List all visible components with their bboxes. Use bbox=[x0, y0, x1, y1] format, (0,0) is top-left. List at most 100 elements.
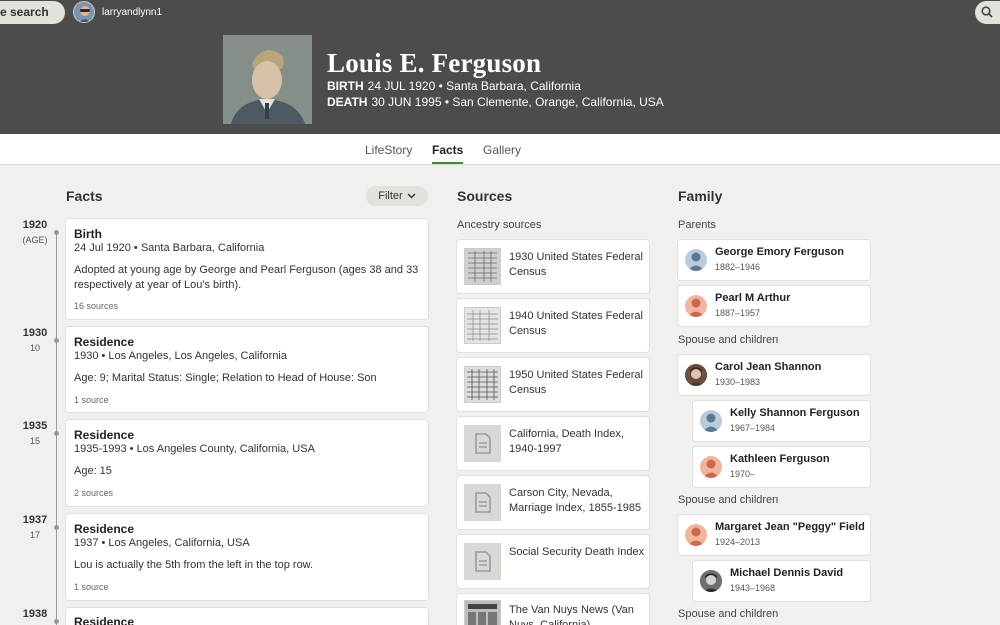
tab-facts[interactable]: Facts bbox=[432, 143, 464, 164]
source-title: 1940 United States Federal Census bbox=[509, 310, 643, 337]
source-item[interactable]: California, Death Index, 1940-1997 bbox=[457, 417, 649, 470]
family-member-card[interactable]: Kathleen Ferguson 1970– bbox=[693, 447, 870, 487]
family-member-card[interactable]: Michael Dennis David 1943–1968 bbox=[693, 561, 870, 601]
tab-gallery[interactable]: Gallery bbox=[483, 143, 521, 157]
parents-label: Parents bbox=[678, 219, 716, 231]
fact-note: Lou is actually the 5th from the left in… bbox=[74, 559, 314, 571]
timeline-year: 1935 bbox=[22, 420, 48, 432]
timeline-dot bbox=[54, 431, 59, 436]
fact-note: Adopted at young age by George and Pearl… bbox=[74, 264, 419, 291]
person-photo-icon bbox=[700, 570, 722, 592]
family-member-card[interactable]: Carol Jean Shannon 1930–1983 bbox=[678, 355, 870, 395]
fact-title: Residence bbox=[74, 522, 135, 536]
family-member-name: George Emory Ferguson bbox=[715, 246, 844, 258]
timeline-age: 17 bbox=[29, 530, 40, 540]
timeline-dot bbox=[54, 525, 59, 530]
facts-heading: Facts bbox=[66, 188, 103, 204]
timeline-age: 15 bbox=[29, 436, 40, 446]
timeline-line bbox=[56, 230, 57, 625]
spouse-and-children-label: Spouse and children bbox=[678, 608, 779, 620]
search-button-label: e search bbox=[0, 5, 49, 19]
fact-sources[interactable]: 1 source bbox=[74, 395, 109, 405]
fact-card-residence[interactable]: Residence 1935-1993 • Los Angeles County… bbox=[66, 420, 428, 506]
spouse-and-children-label: Spouse and children bbox=[678, 494, 779, 506]
fact-title: Residence bbox=[74, 335, 135, 349]
search-button[interactable]: e search bbox=[0, 1, 65, 24]
timeline-dot bbox=[54, 230, 59, 235]
source-title: 1930 United States Federal Census bbox=[509, 251, 643, 278]
family-member-dates: 1967–1984 bbox=[730, 423, 776, 433]
family-member-dates: 1943–1968 bbox=[730, 583, 776, 593]
family-member-name: Margaret Jean "Peggy" Field bbox=[715, 521, 865, 533]
source-item[interactable]: 1930 United States Federal Census bbox=[457, 240, 649, 293]
ancestry-sources-label: Ancestry sources bbox=[457, 219, 542, 231]
filter-label: Filter bbox=[378, 190, 403, 202]
family-member-card[interactable]: Margaret Jean "Peggy" Field 1924–2013 bbox=[678, 515, 870, 555]
source-item[interactable]: The Van Nuys News (Van Nuys, California) bbox=[457, 594, 649, 625]
male-avatar-icon bbox=[685, 249, 707, 271]
census-thumbnail-icon bbox=[464, 248, 501, 285]
timeline-age: (AGE) bbox=[22, 235, 48, 245]
birth-value: 24 JUL 1920 • Santa Barbara, California bbox=[367, 79, 581, 93]
timeline-dot bbox=[54, 338, 59, 343]
male-avatar-icon bbox=[700, 410, 722, 432]
fact-title: Residence bbox=[74, 615, 135, 625]
birth-info: BIRTH 24 JUL 1920 • Santa Barbara, Califo… bbox=[327, 79, 581, 93]
source-title: 1950 United States Federal Census bbox=[509, 369, 643, 396]
fact-note: Age: 9; Marital Status: Single; Relation… bbox=[74, 372, 377, 384]
fact-detail: 1937 • Los Angeles, California, USA bbox=[74, 537, 250, 549]
timeline-year: 1920 bbox=[22, 219, 48, 231]
user-photo-icon bbox=[74, 2, 94, 22]
family-member-dates: 1887–1957 bbox=[715, 308, 761, 318]
family-member-card[interactable]: Kelly Shannon Ferguson 1967–1984 bbox=[693, 401, 870, 441]
family-member-name: Carol Jean Shannon bbox=[715, 361, 822, 373]
source-item[interactable]: 1940 United States Federal Census bbox=[457, 299, 649, 352]
death-value: 30 JUN 1995 • San Clemente, Orange, Cali… bbox=[371, 95, 664, 109]
source-item[interactable]: Social Security Death Index bbox=[457, 535, 649, 588]
user-avatar[interactable] bbox=[73, 1, 95, 23]
filter-button[interactable]: Filter bbox=[366, 186, 428, 206]
document-icon bbox=[464, 484, 501, 521]
family-member-name: Pearl M Arthur bbox=[715, 292, 791, 304]
female-avatar-icon bbox=[685, 524, 707, 546]
global-search-button[interactable] bbox=[975, 1, 1000, 24]
fact-sources[interactable]: 2 sources bbox=[74, 488, 113, 498]
sources-heading: Sources bbox=[457, 188, 513, 204]
death-info: DEATH 30 JUN 1995 • San Clemente, Orange,… bbox=[327, 95, 664, 109]
fact-title: Birth bbox=[74, 227, 102, 241]
timeline-year: 1938 bbox=[22, 608, 48, 620]
source-title: California, Death Index, 1940-1997 bbox=[509, 428, 624, 455]
family-heading: Family bbox=[678, 188, 723, 204]
username[interactable]: larryandlynn1 bbox=[102, 7, 162, 18]
family-member-dates: 1970– bbox=[730, 469, 756, 479]
fact-card-residence[interactable]: Residence bbox=[66, 608, 428, 625]
fact-sources[interactable]: 1 source bbox=[74, 582, 109, 592]
death-label: DEATH bbox=[327, 95, 368, 109]
fact-card-birth[interactable]: Birth 24 Jul 1920 • Santa Barbara, Calif… bbox=[66, 219, 428, 319]
family-member-dates: 1882–1946 bbox=[715, 262, 761, 272]
family-member-dates: 1924–2013 bbox=[715, 537, 761, 547]
document-icon bbox=[464, 425, 501, 462]
fact-title: Residence bbox=[74, 428, 135, 442]
source-item[interactable]: 1950 United States Federal Census bbox=[457, 358, 649, 411]
fact-sources[interactable]: 16 sources bbox=[74, 301, 118, 311]
fact-note: Age: 15 bbox=[74, 465, 112, 477]
source-item[interactable]: Carson City, Nevada, Marriage Index, 185… bbox=[457, 476, 649, 529]
tab-lifestory[interactable]: LifeStory bbox=[365, 143, 412, 157]
source-title: The Van Nuys News (Van Nuys, California) bbox=[509, 604, 634, 625]
female-avatar-icon bbox=[700, 456, 722, 478]
birth-label: BIRTH bbox=[327, 79, 364, 93]
fact-card-residence[interactable]: Residence 1937 • Los Angeles, California… bbox=[66, 514, 428, 600]
profile-photo[interactable] bbox=[223, 35, 312, 124]
female-avatar-icon bbox=[685, 295, 707, 317]
family-member-card[interactable]: George Emory Ferguson 1882–1946 bbox=[678, 240, 870, 280]
document-icon bbox=[464, 543, 501, 580]
tab-bar: LifeStory Facts Gallery bbox=[0, 134, 1000, 165]
family-member-card[interactable]: Pearl M Arthur 1887–1957 bbox=[678, 286, 870, 326]
timeline-dot bbox=[54, 619, 59, 624]
census-thumbnail-icon bbox=[464, 307, 501, 344]
fact-card-residence[interactable]: Residence 1930 • Los Angeles, Los Angele… bbox=[66, 327, 428, 412]
newspaper-thumbnail-icon bbox=[464, 600, 501, 625]
source-title: Carson City, Nevada, Marriage Index, 185… bbox=[509, 487, 642, 514]
fact-detail: 1930 • Los Angeles, Los Angeles, Califor… bbox=[74, 350, 287, 362]
